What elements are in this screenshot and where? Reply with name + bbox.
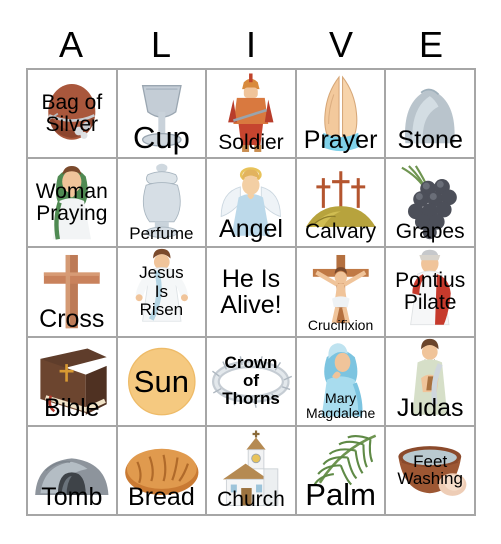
bingo-cell-jesus-is-risen[interactable]: Jesus Is Risen [117, 248, 206, 336]
bingo-cell-label: Mary Magdalene [297, 391, 385, 420]
bingo-cell-label-line: He Is [221, 264, 281, 293]
bingo-cell-label-line: Crucifixion [307, 316, 374, 333]
bingo-cell-label-line: Prayer [303, 126, 378, 155]
bingo-cell-label-line: Church [217, 487, 285, 511]
bingo-cell-label: Judas [386, 393, 474, 422]
bingo-cell-label-line: Jesus [139, 263, 184, 283]
bingo-cell-label-line: Risen [139, 300, 184, 320]
bingo-cell-label-line: Pilate [403, 290, 457, 314]
bingo-cell-bible[interactable]: Bible [28, 337, 116, 425]
bingo-cell-sun[interactable]: Sun [117, 337, 206, 425]
bingo-cell-label: Cup [118, 122, 206, 153]
bingo-cell-mary-magdalene[interactable]: Mary Magdalene [296, 337, 385, 425]
bingo-header-letter-a: A [58, 24, 83, 65]
bingo-cell-label: Jesus Is Risen [118, 264, 206, 319]
bingo-cell-label-line: Bible [44, 393, 100, 422]
bingo-cell-stone[interactable]: Stone [386, 70, 474, 158]
bingo-cell-label: Bible [28, 393, 116, 422]
bingo-cell-label-line: Crown [224, 352, 278, 372]
bingo-cell-he-is-alive[interactable]: He Is Alive! [207, 248, 295, 336]
bingo-header-letter-e: E [418, 24, 443, 65]
bingo-grid: Bag of Silver Cup Soldier Prayer Stone W… [26, 68, 476, 516]
bingo-cell-cross[interactable]: Cross [28, 248, 116, 336]
bingo-cell-judas[interactable]: Judas [386, 337, 474, 425]
bingo-cell-label-line: Angel [219, 215, 283, 244]
bingo-cell-grapes[interactable]: Grapes [386, 159, 474, 247]
bingo-cell-label-line: of [242, 371, 260, 391]
bingo-cell-label-line: Washing [397, 469, 463, 489]
bingo-cell-label-line: Perfume [129, 224, 194, 244]
bingo-cell-label: Church [207, 489, 295, 510]
bingo-cell-label-line: Feet [413, 451, 448, 471]
bingo-cell-label-line: Praying [36, 201, 108, 225]
bingo-cell-label: Woman Praying [28, 179, 116, 225]
bingo-cell-label-line: Woman [35, 179, 108, 203]
bingo-cell-label: Sun [118, 366, 206, 397]
bingo-cell-label: Perfume [118, 225, 206, 242]
bingo-cell-label-line: Bread [128, 482, 195, 511]
bingo-cell-label: Bread [118, 482, 206, 511]
bingo-cell-label-line: Mary [325, 390, 357, 407]
bingo-cell-label: Stone [386, 128, 474, 153]
bingo-cell-label-line: Magdalene [305, 405, 376, 422]
bingo-cell-feet-washing[interactable]: Feet Washing [386, 426, 474, 514]
bingo-cell-label-line: Bag of [41, 90, 103, 114]
bingo-cell-label: Grapes [386, 221, 474, 242]
bingo-cell-label-line: Silver [45, 112, 99, 136]
bingo-header-letter-l: L [150, 24, 172, 65]
bingo-cell-cup[interactable]: Cup [117, 70, 206, 158]
bingo-cell-label-line: Tomb [41, 482, 103, 511]
bingo-cell-label-line: Sun [133, 363, 189, 399]
bingo-cell-crown-of-thorns[interactable]: Crown of Thorns [207, 337, 295, 425]
bingo-cell-label-line: Soldier [218, 131, 284, 155]
bingo-cell-label: Crucifixion [297, 318, 385, 332]
bingo-cell-bag-of-silver[interactable]: Bag of Silver [28, 70, 116, 158]
bingo-cell-woman-praying[interactable]: Woman Praying [28, 159, 116, 247]
bingo-cell-church[interactable]: Church [207, 426, 295, 514]
bingo-header-letter-i: I [245, 24, 256, 65]
bingo-cell-label: Pontius Pilate [386, 268, 474, 314]
bingo-cell-pontius-pilate[interactable]: Pontius Pilate [386, 248, 474, 336]
bingo-cell-prayer[interactable]: Prayer [296, 70, 385, 158]
bingo-cell-calvary[interactable]: Calvary [296, 159, 385, 247]
bingo-cell-label: Tomb [28, 482, 116, 511]
bingo-cell-label-line: Pontius [395, 268, 466, 292]
bingo-cell-label-line: Calvary [305, 220, 377, 244]
bingo-cell-label-line: Is [154, 281, 168, 301]
bingo-cell-label: Prayer [297, 128, 385, 153]
bingo-cell-palm[interactable]: Palm [296, 426, 385, 514]
bingo-card: ALIVE Bag of Silver Cup Soldier Prayer S… [0, 0, 501, 544]
bingo-header-row: ALIVE [26, 22, 476, 68]
bingo-cell-bread[interactable]: Bread [117, 426, 206, 514]
bingo-header-letter-v: V [328, 24, 353, 65]
bingo-cell-tomb[interactable]: Tomb [28, 426, 116, 514]
bingo-cell-label-line: Cup [132, 120, 190, 156]
bingo-cell-label-line: Alive! [220, 290, 282, 319]
bingo-cell-label-line: Stone [397, 126, 463, 155]
bingo-cell-label-line: Judas [396, 393, 464, 422]
bingo-cell-label: Cross [28, 304, 116, 333]
bingo-cell-label: Soldier [207, 132, 295, 153]
bingo-cell-label-line: Cross [39, 304, 105, 333]
bingo-cell-soldier[interactable]: Soldier [207, 70, 295, 158]
bingo-cell-label: Palm [297, 479, 385, 510]
bingo-cell-label-line: Grapes [395, 220, 465, 244]
bingo-cell-angel[interactable]: Angel [207, 159, 295, 247]
bingo-cell-label: Bag of Silver [28, 90, 116, 136]
bingo-cell-crucifixion[interactable]: Crucifixion [296, 248, 385, 336]
bingo-cell-label: Calvary [297, 221, 385, 242]
bingo-cell-label-line: Thorns [222, 389, 280, 409]
bingo-cell-label: He Is Alive! [207, 264, 295, 319]
bingo-cell-label: Crown of Thorns [207, 352, 295, 409]
bingo-cell-label: Feet Washing [386, 451, 474, 489]
bingo-cell-label: Angel [207, 217, 295, 242]
bingo-cell-label-line: Palm [305, 476, 376, 512]
bingo-cell-perfume[interactable]: Perfume [117, 159, 206, 247]
